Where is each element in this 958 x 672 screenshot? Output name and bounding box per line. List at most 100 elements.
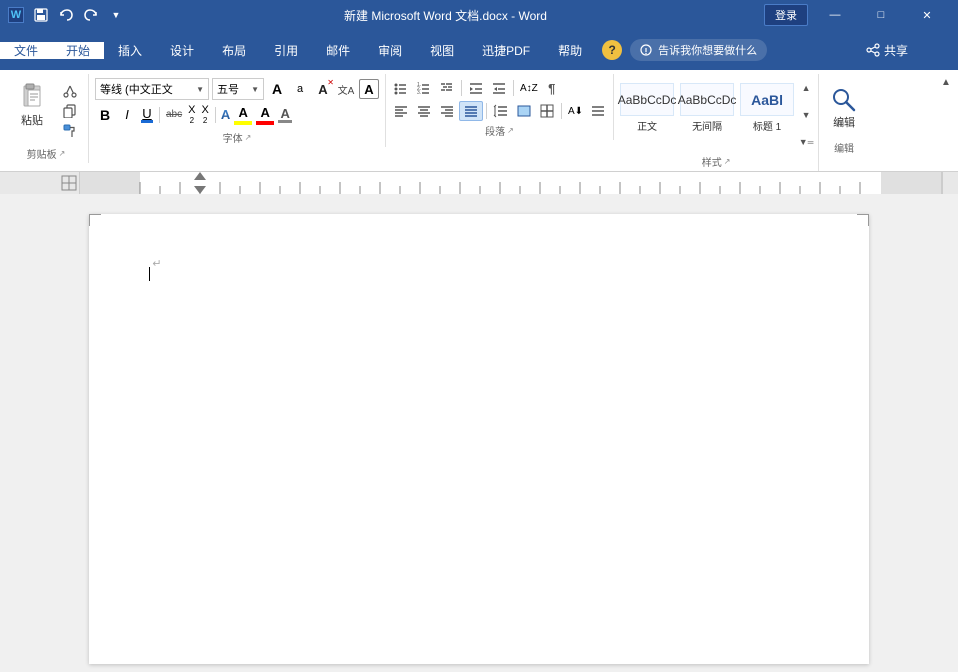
menu-item-references[interactable]: 引用 — [260, 42, 312, 59]
font-grow-button[interactable]: A — [267, 79, 287, 99]
tell-me-text: 告诉我你想要做什么 — [658, 42, 757, 58]
font-color-button[interactable]: A — [255, 104, 275, 126]
undo-button[interactable] — [55, 4, 77, 26]
sort-button[interactable]: A↕Z — [517, 78, 541, 98]
document-page[interactable]: ↵ — [89, 214, 869, 664]
copy-button[interactable] — [58, 102, 82, 120]
clipboard-expand[interactable]: ↗ — [59, 149, 66, 158]
style-more-button[interactable]: ▼═ — [798, 134, 814, 150]
tell-me-box[interactable]: 告诉我你想要做什么 — [630, 39, 767, 61]
menu-item-review[interactable]: 审阅 — [364, 42, 416, 59]
decrease-indent-button[interactable] — [465, 78, 487, 98]
close-button[interactable]: ✕ — [904, 0, 950, 30]
subscript-button[interactable]: X2 — [186, 103, 197, 126]
ribbon-collapse-button[interactable]: ▲ — [938, 74, 954, 90]
paragraph-expand[interactable]: ↗ — [507, 126, 514, 135]
strikethrough-button[interactable]: abc — [164, 108, 184, 121]
ruler-content — [80, 172, 942, 194]
ruler — [0, 172, 958, 194]
restore-button[interactable]: □ — [858, 0, 904, 30]
font-name-value: 等线 (中文正文 — [100, 81, 196, 97]
font-shrink-button[interactable]: a — [290, 79, 310, 99]
superscript-button[interactable]: X2 — [199, 103, 210, 126]
bullet-list-button[interactable] — [390, 78, 412, 98]
paste-button[interactable]: 粘贴 — [8, 78, 56, 130]
para-align-row: A⬇ — [390, 101, 609, 121]
para-list-row: 1.2.3. A↕Z ¶ — [390, 78, 609, 98]
menu-item-mailings[interactable]: 邮件 — [312, 42, 364, 59]
increase-indent-button[interactable] — [488, 78, 510, 98]
font-name-selector[interactable]: 等线 (中文正文 ▼ — [95, 78, 209, 100]
text-border-button[interactable]: A — [359, 79, 379, 99]
align-center-button[interactable] — [413, 101, 435, 121]
underline-button[interactable]: U — [139, 105, 155, 124]
style-scroll-up[interactable]: ▲ — [798, 80, 814, 96]
char-shading-button[interactable]: A — [277, 105, 293, 124]
editing-label: 编辑 — [823, 138, 865, 157]
menu-item-layout[interactable]: 布局 — [208, 42, 260, 59]
style-scroll: ▲ ▼ ▼═ — [798, 78, 814, 152]
font-size-dropdown-icon: ▼ — [251, 85, 259, 94]
show-marks-button[interactable]: ¶ — [542, 78, 562, 98]
minimize-button[interactable]: — — [812, 0, 858, 30]
phonetics-button[interactable]: 文A — [336, 79, 356, 99]
menu-item-file[interactable]: 文件 — [0, 42, 52, 59]
share-button[interactable]: 共享 — [866, 42, 908, 59]
clear-format-button[interactable]: A ✕ — [313, 79, 333, 99]
paragraph-group: 1.2.3. A↕Z ¶ — [386, 74, 614, 140]
font-size-selector[interactable]: 五号 ▼ — [212, 78, 264, 100]
align-right-button[interactable] — [436, 101, 458, 121]
menu-item-home[interactable]: 开始 — [52, 42, 104, 59]
text-direction-button[interactable]: A⬇ — [565, 101, 586, 121]
svg-text:3.: 3. — [417, 90, 421, 96]
title-bar: W ▼ 新建 Microsoft Word 文档.docx - Word 登录 … — [0, 0, 958, 30]
edit-label: 编辑 — [833, 114, 855, 130]
shading-button[interactable] — [513, 101, 535, 121]
italic-button[interactable]: I — [117, 105, 137, 125]
text-area[interactable]: ↵ — [149, 254, 809, 273]
style-group: AaBbCcDc 正文 AaBbCcDc 无间隔 AaBl 标题 1 — [614, 74, 819, 171]
quick-access-toolbar: ▼ — [30, 4, 127, 26]
highlight-button[interactable]: A — [233, 104, 253, 126]
style-no-spacing[interactable]: AaBbCcDc 无间隔 — [678, 78, 736, 138]
style-heading1[interactable]: AaBl 标题 1 — [738, 78, 796, 138]
paste-label: 粘贴 — [21, 112, 43, 128]
corner-mark-tl — [89, 214, 101, 226]
ribbon: 粘贴 剪贴板 ↗ 等线 (中文正文 — [0, 70, 958, 172]
help-icon[interactable]: ? — [602, 40, 622, 60]
align-left-button[interactable] — [390, 101, 412, 121]
menu-item-help[interactable]: 帮助 — [544, 42, 596, 59]
font-expand[interactable]: ↗ — [245, 133, 252, 142]
corner-mark-tr — [857, 214, 869, 226]
redo-button[interactable] — [80, 4, 102, 26]
multilevel-list-button[interactable] — [436, 78, 458, 98]
style-expand[interactable]: ↗ — [724, 157, 731, 166]
menu-item-insert[interactable]: 插入 — [104, 42, 156, 59]
style-label: 样式 ↗ — [618, 152, 814, 171]
menu-item-view[interactable]: 视图 — [416, 42, 468, 59]
quick-access-more[interactable]: ▼ — [105, 4, 127, 26]
font-group: 等线 (中文正文 ▼ 五号 ▼ A a A ✕ 文A A B I — [89, 74, 386, 147]
style-normal[interactable]: AaBbCcDc 正文 — [618, 78, 676, 138]
justify-button[interactable] — [459, 101, 483, 121]
title-text: 新建 Microsoft Word 文档.docx - Word — [344, 9, 547, 23]
cut-button[interactable] — [58, 82, 82, 100]
clipboard-sub-buttons — [56, 78, 84, 144]
save-button[interactable] — [30, 4, 52, 26]
find-button[interactable]: 编辑 — [823, 78, 865, 138]
login-button[interactable]: 登录 — [764, 4, 808, 26]
text-effect-button[interactable]: A — [220, 106, 231, 123]
format-painter-button[interactable] — [58, 122, 82, 140]
ordered-list-button[interactable]: 1.2.3. — [413, 78, 435, 98]
enter-mark: ↵ — [152, 258, 161, 270]
menu-item-pdf[interactable]: 迅捷PDF — [468, 42, 544, 59]
line-spacing-button[interactable] — [490, 101, 512, 121]
distributed-button[interactable] — [587, 101, 609, 121]
style-scroll-down[interactable]: ▼ — [798, 107, 814, 123]
font-name-dropdown-icon: ▼ — [196, 85, 204, 94]
borders-button[interactable] — [536, 101, 558, 121]
menu-item-design[interactable]: 设计 — [156, 42, 208, 59]
bold-button[interactable]: B — [95, 105, 115, 125]
font-name-row: 等线 (中文正文 ▼ 五号 ▼ A a A ✕ 文A A — [95, 78, 379, 100]
document-area[interactable]: ↵ — [0, 194, 958, 672]
